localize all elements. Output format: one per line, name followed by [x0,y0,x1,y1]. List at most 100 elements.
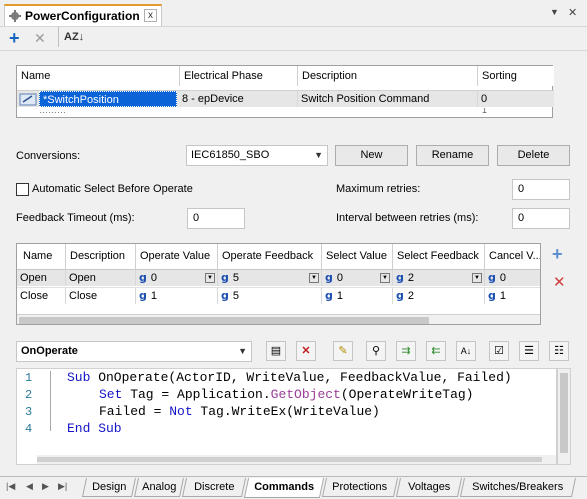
find-previous-icon[interactable]: ⇇ [426,341,446,361]
delete-icon[interactable]: ✕ [34,30,46,47]
replace-icon[interactable]: A↓ [456,341,476,361]
close-window-icon[interactable]: ✕ [568,6,577,19]
row-phase-cell[interactable]: 8 - epDevice [179,91,298,107]
delete-button[interactable]: Delete [497,145,570,166]
column-header-description[interactable]: Description [298,66,478,86]
find-next-icon[interactable]: ⇉ [396,341,416,361]
last-tab-icon[interactable]: ▶| [58,481,67,492]
copy-icon[interactable]: ▤ [266,341,286,361]
feedback-timeout-input[interactable]: 0 [187,208,245,229]
switch-icon [19,93,37,106]
outdent-icon[interactable]: ☷ [549,341,569,361]
cmd-row-description[interactable]: Open [66,270,136,286]
cmd-col-cancel-value[interactable]: Cancel V... [485,244,540,269]
tab-design[interactable]: Design [81,478,137,497]
event-select[interactable]: OnOperate ▼ [16,341,252,362]
scrollbar-thumb[interactable] [19,317,429,324]
close-icon[interactable]: x [144,9,157,22]
column-header-name[interactable]: Name [17,66,180,86]
sort-icon[interactable]: AZ↓ [64,31,84,43]
scrollbar-thumb[interactable] [37,457,542,462]
code-token: Set [99,387,123,402]
chevron-down-icon: ▼ [314,150,323,160]
cmd-row-select-value[interactable]: g 0 ▼ [322,270,393,286]
objects-grid: Name Electrical Phase Description Sortin… [16,65,554,118]
add-icon[interactable]: + [9,28,20,49]
rename-button[interactable]: Rename [416,145,489,166]
cmd-col-name[interactable]: Name [17,244,66,269]
tab-switches-breakers[interactable]: Switches/Breakers [459,478,577,497]
auto-select-checkbox[interactable] [16,183,29,196]
new-button[interactable]: New [335,145,408,166]
chevron-down-icon[interactable]: ▼ [472,273,482,283]
cmd-col-select-value[interactable]: Select Value [322,244,393,269]
cmd-row-select-feedback[interactable]: g2 [393,288,485,304]
auto-select-label: Automatic Select Before Operate [32,183,193,195]
cmd-col-operate-feedback[interactable]: Operate Feedback [218,244,322,269]
editor-vscrollbar[interactable] [557,368,571,465]
document-tab[interactable]: PowerConfiguration x [4,4,162,26]
cmd-col-description[interactable]: Description [66,244,136,269]
tab-voltages[interactable]: Voltages [395,478,463,497]
indent-icon[interactable]: ☰ [519,341,539,361]
cmd-row-description[interactable]: Close [66,288,136,304]
cmd-row-operate-feedback[interactable]: g5 [218,288,322,304]
cmd-row-name[interactable]: Open [17,270,66,286]
delete-script-icon[interactable]: ✕ [296,341,316,361]
delete-command-icon[interactable]: ✕ [553,273,566,291]
column-header-sorting[interactable]: Sorting [478,66,554,86]
next-tab-icon[interactable]: ▶ [42,481,49,492]
tab-protections[interactable]: Protections [321,478,399,497]
line-number: 1 [25,371,33,385]
table-row[interactable]: Close Close g1 g5 g1 g2 g1 [17,287,540,304]
tag-icon: g [221,271,229,284]
cmd-col-select-feedback[interactable]: Select Feedback [393,244,485,269]
interval-label: Interval between retries (ms): [336,212,479,224]
column-header-phase[interactable]: Electrical Phase [180,66,298,86]
row-description-cell[interactable]: Switch Position Command [298,91,478,107]
tag-icon: g [221,289,229,302]
chevron-down-icon[interactable]: ▼ [205,273,215,283]
fold-line [50,371,51,431]
chevron-down-icon[interactable]: ▼ [309,273,319,283]
cmd-row-select-feedback[interactable]: g 2 ▼ [393,270,485,286]
first-tab-icon[interactable]: |◀ [6,481,15,492]
bottom-tab-bar: |◀ ◀ ▶ ▶| Design Analog Discrete Command… [0,476,587,499]
check-syntax-icon[interactable]: ☑ [489,341,509,361]
tag-icon: g [488,271,496,284]
cmd-row-operate-feedback[interactable]: g 5 ▼ [218,270,322,286]
table-row[interactable]: *SwitchPosition 8 - epDevice Switch Posi… [17,90,554,107]
cell-value: 2 [407,272,414,284]
cmd-row-name[interactable]: Close [17,288,66,304]
script-editor[interactable]: 1 2 3 4 Sub OnOperate(ActorID, WriteValu… [16,368,557,465]
cmd-col-operate-value[interactable]: Operate Value [136,244,218,269]
cmd-row-cancel-value[interactable]: g0 [485,270,540,286]
max-retries-input[interactable]: 0 [512,179,570,200]
scrollbar-thumb[interactable] [560,373,568,453]
find-icon[interactable]: ⚲ [366,341,386,361]
previous-tab-icon[interactable]: ◀ [26,481,33,492]
cmd-row-operate-value[interactable]: g1 [136,288,218,304]
row-name-cell[interactable]: *SwitchPosition [39,91,177,107]
tab-analog[interactable]: Analog [133,478,185,497]
cmd-row-select-value[interactable]: g1 [322,288,393,304]
table-row[interactable]: Open Open g 0 ▼ g 5 ▼ g 0 ▼ g 2 ▼ g0 [17,269,540,286]
cmd-row-operate-value[interactable]: g 0 ▼ [136,270,218,286]
tab-label: Commands [254,481,315,493]
cell-value: 1 [499,290,506,302]
cell-value: 0 [336,272,343,284]
horizontal-scrollbar[interactable] [17,314,540,324]
chevron-down-icon[interactable]: ▼ [380,273,390,283]
tab-label: Voltages [407,481,451,493]
document-tab-bar: PowerConfiguration x ▼ ✕ [0,0,587,27]
chevron-down-icon[interactable]: ▼ [550,7,559,17]
row-sorting-cell[interactable]: 0 [478,91,553,107]
cmd-row-cancel-value[interactable]: g1 [485,288,540,304]
add-command-icon[interactable]: + [552,244,563,265]
tab-commands[interactable]: Commands [243,478,325,498]
editor-hscrollbar[interactable] [37,455,556,464]
conversions-select[interactable]: IEC61850_SBO ▼ [186,145,328,166]
tab-discrete[interactable]: Discrete [181,478,247,497]
wand-icon[interactable]: ✎ [333,341,353,361]
interval-input[interactable]: 0 [512,208,570,229]
